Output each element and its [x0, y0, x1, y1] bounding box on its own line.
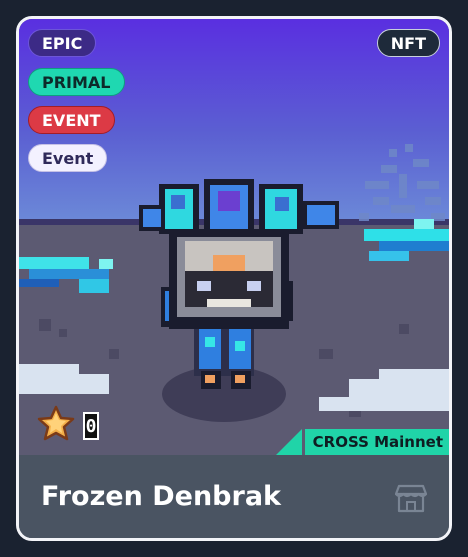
network-tag: CROSS Mainnet — [275, 429, 449, 455]
category-badge: EVENT — [28, 106, 115, 134]
type-badge: PRIMAL — [28, 68, 125, 96]
star-count: 0 — [37, 405, 99, 447]
nft-badge: NFT — [376, 29, 440, 57]
network-label: CROSS Mainnet — [304, 429, 449, 455]
rarity-badge: EPIC — [28, 29, 97, 57]
storefront-icon[interactable] — [394, 483, 428, 513]
card-footer: Frozen Denbrak — [19, 455, 449, 538]
star-count-value: 0 — [83, 412, 99, 440]
star-icon — [37, 405, 75, 447]
network-tag-corner — [275, 429, 302, 455]
item-name: Frozen Denbrak — [41, 481, 281, 512]
nft-card[interactable]: EPIC PRIMAL EVENT Event NFT 0 CROSS Main… — [16, 16, 452, 541]
source-badge: Event — [28, 144, 108, 172]
